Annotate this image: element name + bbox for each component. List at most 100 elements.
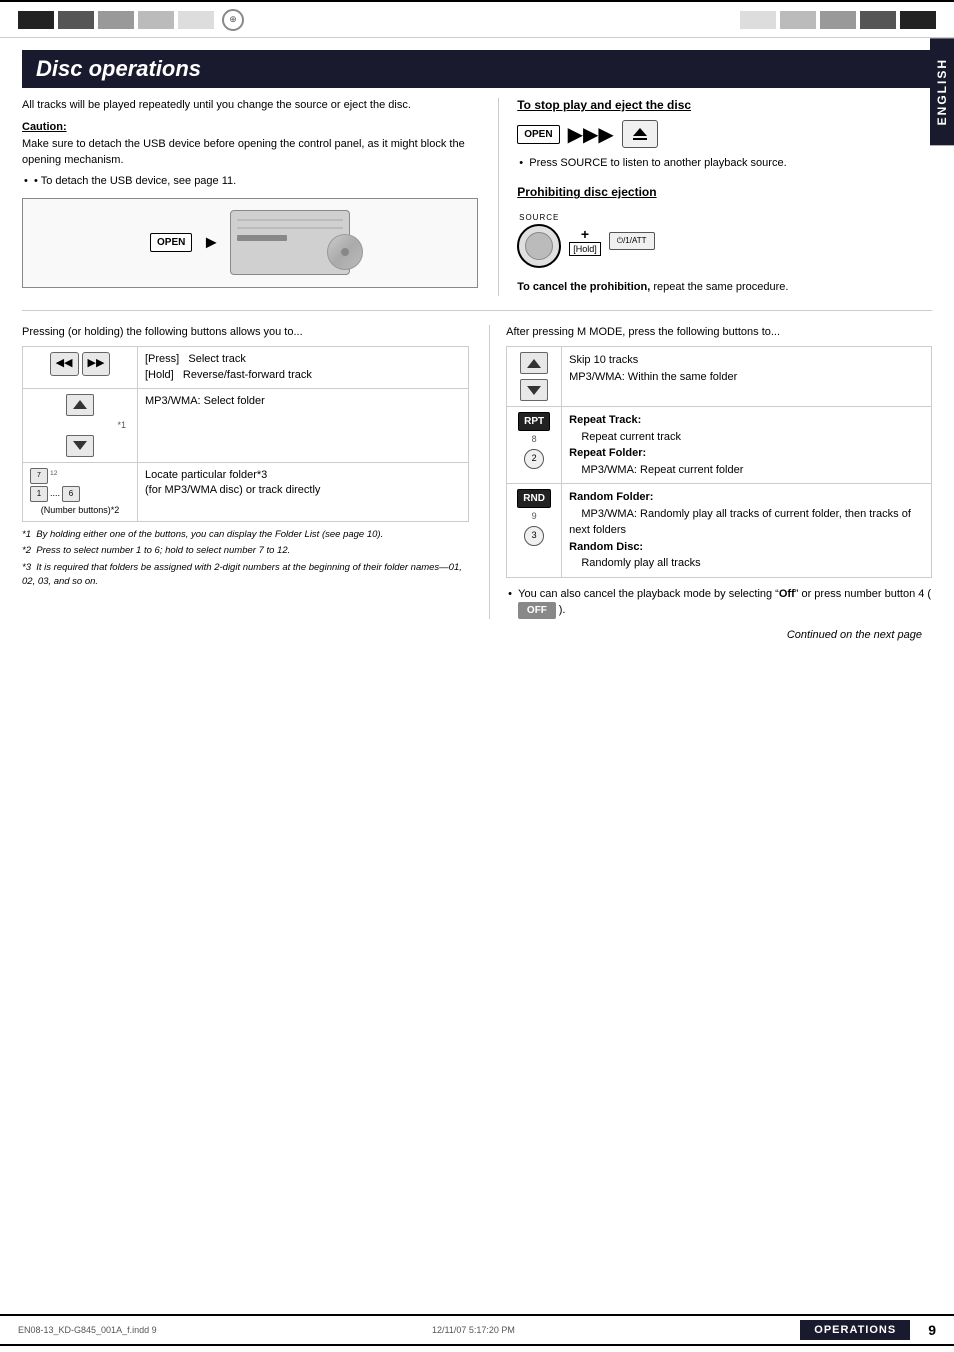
rpt-num-8: 8 <box>514 433 554 447</box>
repeat-track-label: Repeat Track: <box>569 414 641 426</box>
number-buttons-cell: 7 12 1 .... 6 (Number buttons)*2 <box>23 462 138 522</box>
thick-arrow-icon: ▶▶▶ <box>568 122 614 147</box>
bar-block-3 <box>98 11 134 29</box>
bottom-bar: EN08-13_KD-G845_001A_f.indd 9 12/11/07 5… <box>0 1314 954 1344</box>
ops-label-group: OPERATIONS 9 <box>800 1320 936 1340</box>
prohibiting-section: Prohibiting disc ejection SOURCE + [Hold… <box>517 185 932 295</box>
skip-action-cell: Skip 10 tracksMP3/WMA: Within the same f… <box>562 347 932 407</box>
stop-play-bullet: Press SOURCE to listen to another playba… <box>517 156 932 171</box>
rnd-button: RND <box>517 489 551 508</box>
footnote-ref-1: *1 <box>30 419 130 432</box>
section-divider <box>22 310 932 311</box>
ops-left-table: ◀◀ ▶▶ [Press] Select track <box>22 346 469 522</box>
disc-hole <box>341 248 349 256</box>
knob-inner-icon <box>525 232 553 260</box>
skip-down-btn <box>66 435 94 457</box>
page: ⊕ ENGLISH Disc operations All tracks wil… <box>0 0 954 1352</box>
stop-play-title: To stop play and eject the disc <box>517 98 932 112</box>
rpt-action-cell: Repeat Track: Repeat current track Repea… <box>562 407 932 484</box>
rnd-num-9: 9 <box>514 510 554 524</box>
table-row: ◀◀ ▶▶ [Press] Select track <box>23 347 469 389</box>
bar-block-r2 <box>780 11 816 29</box>
table-row: RND 9 3 Random Folder: MP3/WMA: Randomly… <box>507 484 932 578</box>
cd-player-illustration <box>230 210 350 275</box>
ops-left: Pressing (or holding) the following butt… <box>22 325 469 619</box>
device-illustration-box: OPEN ► <box>22 198 478 288</box>
bar-block-r4 <box>860 11 896 29</box>
rpt-circle-2: 2 <box>524 449 544 469</box>
rpt-button: RPT <box>518 412 550 431</box>
skip-down-r-icon <box>527 386 541 395</box>
random-disc-label: Random Disc: <box>569 541 643 553</box>
knob-circle-icon <box>517 224 561 268</box>
random-disc-text: Randomly play all tracks <box>569 557 700 569</box>
bar-block-r1 <box>740 11 776 29</box>
off-button: OFF <box>518 602 556 619</box>
next-icon: ▶▶ <box>88 356 105 371</box>
continued-text: Continued on the next page <box>22 629 932 641</box>
num-btns-row: 7 12 <box>30 468 130 484</box>
folder-action-cell: MP3/WMA: Select folder <box>138 388 469 462</box>
stop-play-section: To stop play and eject the disc OPEN ▶▶▶… <box>517 98 932 171</box>
top-bar: ⊕ <box>0 0 954 38</box>
track-buttons-cell: ◀◀ ▶▶ <box>23 347 138 389</box>
bar-block-1 <box>18 11 54 29</box>
cancel-text-end: ). <box>559 604 566 616</box>
left-col: All tracks will be played repeatedly unt… <box>22 98 478 296</box>
disc-illustration <box>327 234 363 270</box>
panel-line-2 <box>237 227 343 229</box>
page-number: 9 <box>920 1322 936 1338</box>
ops-label: OPERATIONS <box>800 1320 910 1340</box>
main-content: Disc operations All tracks will be playe… <box>0 38 954 1314</box>
cd-slot-illustration <box>237 235 287 241</box>
skip-up-r-btn <box>520 352 548 374</box>
number-buttons-label: (Number buttons)*2 <box>30 504 130 517</box>
english-label: ENGLISH <box>935 58 949 125</box>
rnd-cell: RND 9 3 <box>507 484 562 578</box>
cancel-playback-bullet: You can also cancel the playback mode by… <box>506 586 932 620</box>
ops-left-intro: Pressing (or holding) the following butt… <box>22 325 469 340</box>
table-row: RPT 8 2 Repeat Track: Repeat current tra… <box>507 407 932 484</box>
ops-right: After pressing M MODE, press the followi… <box>489 325 932 619</box>
table-row: *1 MP3/WMA: Select folder <box>23 388 469 462</box>
footnote-1: *1 By holding either one of the buttons,… <box>22 528 469 542</box>
rnd-circle-3: 3 <box>524 526 544 546</box>
skip-up-r-icon <box>527 359 541 368</box>
skip-up-icon <box>73 400 87 409</box>
att-button-illustration: ⏻/1/ATT <box>609 232 655 250</box>
repeat-folder-label: Repeat Folder: <box>569 447 646 459</box>
cancel-bold: To cancel the prohibition, <box>517 281 650 293</box>
ops-two-col: Pressing (or holding) the following butt… <box>22 325 932 619</box>
num-btn-1: 1 <box>30 486 48 502</box>
filename-text: EN08-13_KD-G845_001A_f.indd 9 <box>18 1325 157 1335</box>
plus-icon: + <box>581 226 589 242</box>
eject-line-icon <box>633 138 647 140</box>
top-two-col: All tracks will be played repeatedly unt… <box>22 98 932 296</box>
footnote-3: *3 It is required that folders be assign… <box>22 561 469 590</box>
random-folder-label: Random Folder: <box>569 491 653 503</box>
cancel-prohibition-text: To cancel the prohibition, repeat the sa… <box>517 280 932 295</box>
press-label: [Press] Select track <box>145 353 246 365</box>
footnotes: *1 By holding either one of the buttons,… <box>22 528 469 589</box>
bar-block-4 <box>138 11 174 29</box>
folder-buttons-cell: *1 <box>23 388 138 462</box>
cancel-rest: repeat the same procedure. <box>650 281 788 293</box>
rpt-cell: RPT 8 2 <box>507 407 562 484</box>
ops-right-table: Skip 10 tracksMP3/WMA: Within the same f… <box>506 346 932 578</box>
superscript-12: 12 <box>50 469 57 482</box>
prev-icon: ◀◀ <box>56 356 73 371</box>
folder-action-text: MP3/WMA: Select folder <box>145 395 265 407</box>
cancel-text-part1: You can also cancel the playback mode by… <box>518 588 931 600</box>
caution-text: Make sure to detach the USB device befor… <box>22 137 478 168</box>
arrow-icon: ► <box>202 232 220 253</box>
next-track-btn: ▶▶ <box>82 352 111 375</box>
page-title: Disc operations <box>22 50 932 88</box>
eject-button-icon <box>622 120 658 148</box>
bar-block-r5 <box>900 11 936 29</box>
source-label: SOURCE <box>519 213 559 222</box>
skip-down-r-btn <box>520 379 548 401</box>
plus-hold-group: + [Hold] <box>569 226 601 256</box>
table-row: 7 12 1 .... 6 (Number buttons)*2 <box>23 462 469 522</box>
compass-icon: ⊕ <box>222 9 244 31</box>
eject-triangle-icon <box>633 128 647 136</box>
